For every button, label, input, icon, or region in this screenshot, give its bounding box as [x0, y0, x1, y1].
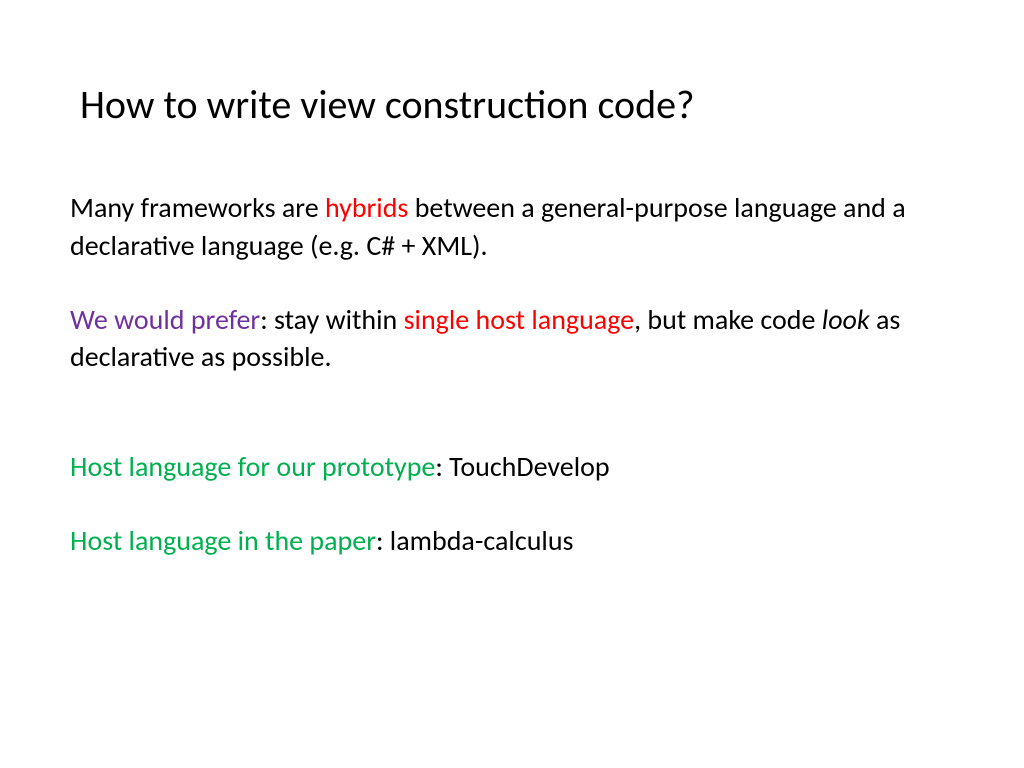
spacer — [70, 412, 954, 448]
paragraph-4: Host language in the paper: lambda-calcu… — [70, 522, 954, 560]
slide: How to write view construction code? Man… — [0, 0, 1024, 768]
text-highlight-prototype: Host language for our prototype — [70, 449, 435, 484]
text-italic-look: look — [822, 302, 870, 337]
text-highlight-paper: Host language in the paper — [70, 523, 376, 558]
text-highlight-single-host: single host language — [404, 302, 635, 337]
text: : stay within — [260, 302, 403, 337]
text: : lambda-calculus — [376, 523, 574, 558]
text-highlight-hybrids: hybrids — [325, 190, 408, 225]
paragraph-1: Many frameworks are hybrids between a ge… — [70, 189, 954, 265]
text: , but make code — [634, 302, 822, 337]
slide-body: Many frameworks are hybrids between a ge… — [70, 189, 954, 560]
text: : TouchDevelop — [435, 449, 609, 484]
text: Many frameworks are — [70, 190, 325, 225]
paragraph-3: Host language for our prototype: TouchDe… — [70, 448, 954, 486]
text-highlight-prefer: We would prefer — [70, 302, 260, 337]
slide-title: How to write view construction code? — [80, 80, 954, 129]
paragraph-2: We would prefer: stay within single host… — [70, 301, 954, 377]
